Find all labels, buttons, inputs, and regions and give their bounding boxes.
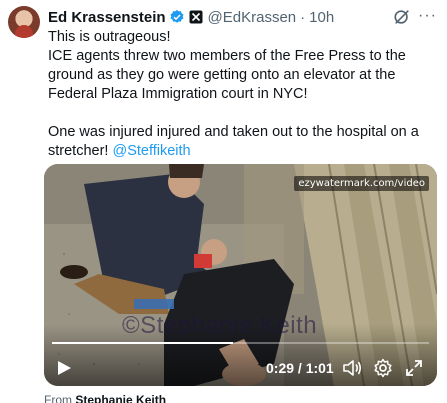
media-attribution: From Stephanie Keith — [44, 393, 166, 403]
separator-dot: · — [300, 8, 306, 26]
affiliation-icon[interactable] — [189, 10, 203, 24]
video-progress-fill — [52, 342, 233, 344]
grok-icon[interactable] — [393, 8, 411, 26]
author-name[interactable]: Ed Krassenstein — [48, 9, 166, 26]
watermark-label: ezywatermark.com/video — [294, 176, 429, 191]
more-icon[interactable]: ··· — [418, 7, 437, 25]
tweet-body: This is outrageous! ICE agents threw two… — [48, 29, 419, 159]
tweet-text: This is outrageous! ICE agents threw two… — [48, 28, 440, 161]
settings-gear-icon[interactable] — [373, 358, 393, 378]
timestamp[interactable]: 10h — [309, 9, 334, 26]
video-timecode: 0:29 / 1:01 — [266, 360, 334, 376]
fullscreen-icon[interactable] — [404, 358, 424, 378]
video-player[interactable]: ezywatermark.com/video ©Stephanie Keith … — [44, 164, 437, 386]
from-label: From — [44, 393, 72, 403]
author-handle[interactable]: @EdKrassen — [208, 9, 297, 26]
mention-link[interactable]: @Steffikeith — [112, 143, 190, 159]
tweet-header: Ed Krassenstein @EdKrassen · 10h ··· — [48, 7, 439, 27]
avatar[interactable] — [8, 6, 40, 38]
volume-icon[interactable] — [342, 358, 362, 378]
video-progress-bar[interactable] — [52, 342, 429, 344]
photographer-watermark: ©Stephanie Keith — [122, 312, 318, 339]
from-name[interactable]: Stephanie Keith — [75, 393, 166, 403]
play-icon[interactable] — [56, 360, 72, 376]
video-controls: 0:29 / 1:01 — [44, 346, 437, 386]
verified-badge-icon — [170, 10, 184, 23]
